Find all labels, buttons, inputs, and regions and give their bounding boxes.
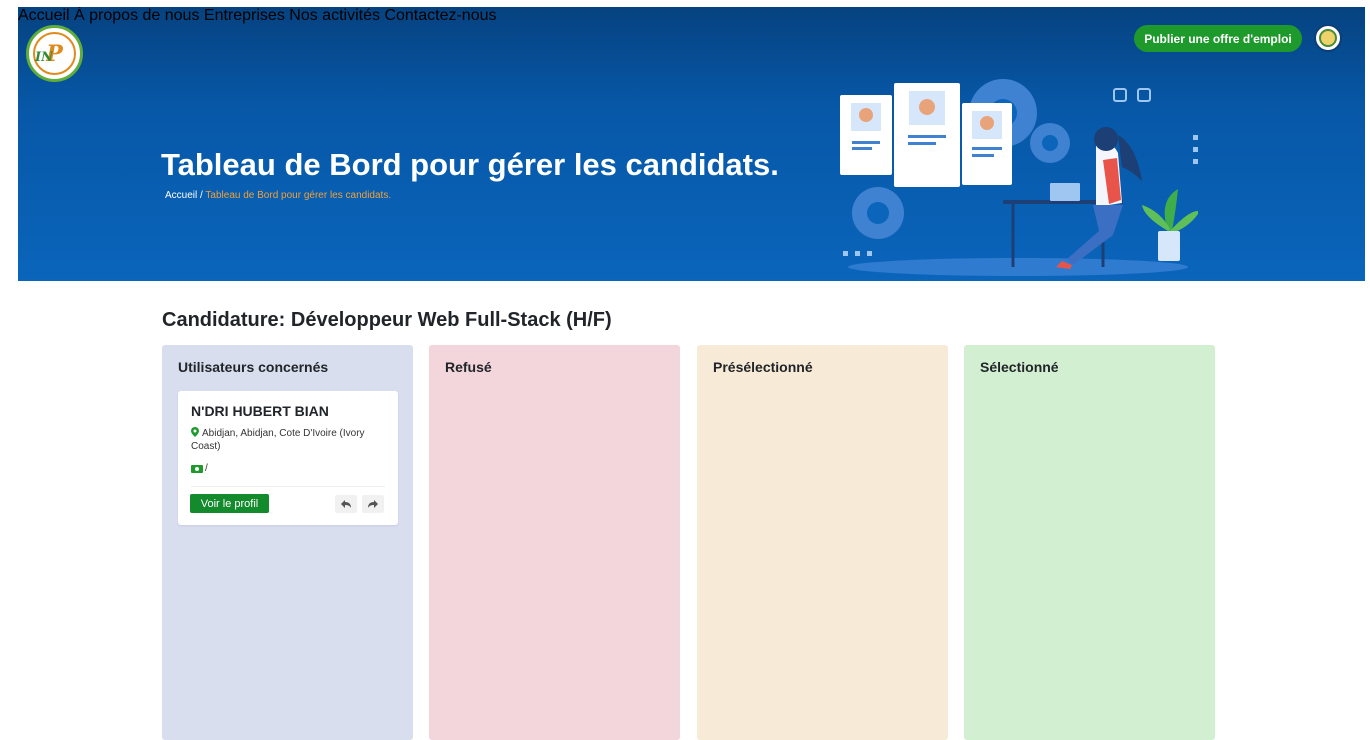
salary-icon <box>191 464 203 473</box>
language-flag-icon[interactable] <box>1314 24 1342 52</box>
nav-link-entreprises[interactable]: Entreprises <box>204 7 285 24</box>
candidate-card[interactable]: N'DRI HUBERT BIAN Abidjan, Abidjan, Cote… <box>178 391 398 525</box>
site-logo[interactable]: P IN <box>26 25 83 82</box>
column-title: Refusé <box>445 359 492 375</box>
breadcrumb-home[interactable]: Accueil <box>165 190 197 201</box>
candidate-location: Abidjan, Abidjan, Cote D'Ivoire (Ivory C… <box>191 428 365 452</box>
view-profile-button[interactable]: Voir le profil <box>190 494 269 513</box>
nav-link-a-propos[interactable]: À propos de nous <box>74 7 199 24</box>
main-nav: Accueil À propos de nous Entreprises Nos… <box>18 7 1365 25</box>
candidate-salary: / <box>205 463 208 474</box>
nav-link-contact[interactable]: Contactez-nous <box>384 7 496 24</box>
breadcrumb: Accueil / Tableau de Bord pour gérer les… <box>165 190 391 201</box>
breadcrumb-separator: / <box>200 190 203 201</box>
column-title: Utilisateurs concernés <box>178 359 329 375</box>
forward-icon <box>368 500 378 508</box>
reply-icon <box>341 500 351 508</box>
column-title: Sélectionné <box>980 359 1059 375</box>
nav-link-accueil[interactable]: Accueil <box>18 7 70 24</box>
nav-link-activites[interactable]: Nos activités <box>289 7 380 24</box>
page-title: Tableau de Bord pour gérer les candidats… <box>161 147 779 182</box>
card-divider <box>191 486 385 487</box>
candidate-name: N'DRI HUBERT BIAN <box>191 403 329 419</box>
breadcrumb-current: Tableau de Bord pour gérer les candidats… <box>205 190 392 201</box>
location-pin-icon <box>191 427 199 437</box>
publish-job-button[interactable]: Publier une offre d'emploi <box>1134 25 1302 52</box>
column-preselectionne: Présélectionné <box>697 345 948 740</box>
column-selectionne: Sélectionné <box>964 345 1215 740</box>
column-refuse: Refusé <box>429 345 680 740</box>
job-application-title: Candidature: Développeur Web Full-Stack … <box>162 309 612 331</box>
recruitment-illustration <box>840 79 1198 276</box>
move-back-button[interactable] <box>335 495 357 513</box>
move-forward-button[interactable] <box>362 495 384 513</box>
hero-banner: P IN Accueil À propos de nous Entreprise… <box>18 7 1365 281</box>
column-title: Présélectionné <box>713 359 813 375</box>
column-utilisateurs: Utilisateurs concernés N'DRI HUBERT BIAN… <box>162 345 413 740</box>
